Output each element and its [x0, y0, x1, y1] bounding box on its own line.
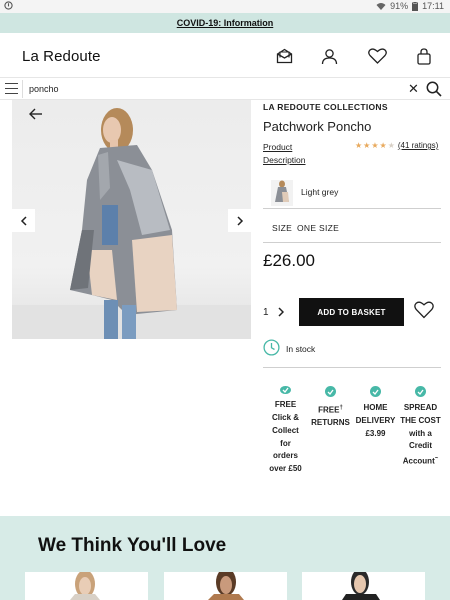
product-thumbnail: [342, 572, 380, 600]
stock-status: In stock: [263, 338, 441, 368]
product-rating[interactable]: ★ ★ ★ ★ ★ (41 ratings): [355, 141, 438, 150]
benefit-credit-account: SPREAD THE COST with a Credit Account~: [398, 386, 443, 476]
star-half-icon: ★: [387, 141, 395, 150]
check-icon: [280, 386, 291, 395]
battery-level: 91%: [390, 1, 409, 11]
stock-text: In stock: [286, 344, 316, 354]
covid-info-link[interactable]: COVID-19: Information: [177, 18, 274, 28]
star-icon: ★: [371, 141, 379, 150]
poncho-model-image: [12, 108, 251, 339]
store-locator-icon[interactable]: [273, 45, 295, 67]
product-thumbnail: [70, 572, 100, 600]
hamburger-menu-icon[interactable]: [5, 83, 18, 95]
check-icon: [325, 386, 336, 397]
benefit-text: FREE Click & Collect for orders over £50: [269, 400, 302, 474]
notification-icon: [4, 1, 13, 10]
star-icon: ★: [363, 141, 371, 150]
check-icon: [370, 386, 381, 397]
clear-search-icon[interactable]: ✕: [407, 82, 420, 96]
next-image-button[interactable]: [228, 209, 251, 232]
search-icon[interactable]: [426, 81, 442, 97]
wishlist-icon[interactable]: [366, 45, 388, 67]
size-value: ONE SIZE: [297, 223, 340, 233]
product-brand[interactable]: LA REDOUTE COLLECTIONS: [263, 102, 388, 112]
recommendations-title: We Think You'll Love: [38, 535, 227, 556]
product-price: £26.00: [263, 251, 315, 270]
status-bar: 91% 17:11: [0, 0, 450, 13]
benefit-text: SPREAD THE COST with a Credit Account~: [400, 403, 441, 466]
benefit-click-collect: FREE Click & Collect for orders over £50: [263, 386, 308, 476]
quantity-selector[interactable]: 1: [263, 302, 293, 322]
wifi-icon: [376, 2, 386, 11]
product-description-link[interactable]: Product Description: [263, 141, 323, 167]
benefit-free-returns: FREE† RETURNS: [308, 386, 353, 476]
clock-icon: [263, 339, 280, 356]
back-arrow-icon[interactable]: [29, 107, 43, 120]
colour-label: Light grey: [301, 187, 339, 197]
search-input[interactable]: [22, 80, 392, 98]
delivery-benefits: FREE Click & Collect for orders over £50…: [263, 386, 443, 476]
star-icon: ★: [355, 141, 363, 150]
battery-icon: [412, 1, 419, 11]
account-icon[interactable]: [318, 45, 340, 67]
quantity-value: 1: [263, 306, 269, 318]
product-thumbnail: [208, 572, 244, 600]
check-icon: [415, 386, 426, 397]
recommendation-card[interactable]: [25, 572, 148, 600]
chevron-right-icon[interactable]: [277, 307, 284, 317]
star-icon: ★: [379, 141, 387, 150]
colour-swatch[interactable]: [271, 180, 293, 206]
recommendation-card[interactable]: [164, 572, 287, 600]
size-selector[interactable]: SIZE ONE SIZE: [263, 210, 441, 243]
benefit-text: HOME DELIVERY £3.99: [355, 403, 396, 438]
site-header: La Redoute: [0, 33, 450, 77]
previous-image-button[interactable]: [12, 209, 35, 232]
add-to-wishlist-heart-icon[interactable]: [414, 301, 434, 321]
recommendation-card[interactable]: [302, 572, 425, 600]
size-label: SIZE: [272, 223, 293, 233]
recommendations-section: We Think You'll Love: [0, 516, 450, 600]
product-title: Patchwork Poncho: [263, 119, 372, 134]
chevron-left-icon: [20, 215, 27, 226]
site-logo[interactable]: La Redoute: [22, 48, 101, 65]
basket-icon[interactable]: [413, 45, 435, 67]
covid-banner: COVID-19: Information: [0, 13, 450, 33]
colour-selector[interactable]: Light grey: [263, 178, 441, 209]
product-image[interactable]: [12, 100, 251, 339]
clock-time: 17:11: [422, 1, 444, 11]
add-to-basket-button[interactable]: ADD TO BASKET: [299, 298, 404, 326]
search-bar: ✕: [0, 77, 450, 100]
benefit-text: FREE† RETURNS: [311, 405, 350, 428]
benefit-home-delivery: HOME DELIVERY £3.99: [353, 386, 398, 476]
ratings-count-link[interactable]: (41 ratings): [398, 141, 438, 150]
chevron-right-icon: [236, 215, 243, 226]
